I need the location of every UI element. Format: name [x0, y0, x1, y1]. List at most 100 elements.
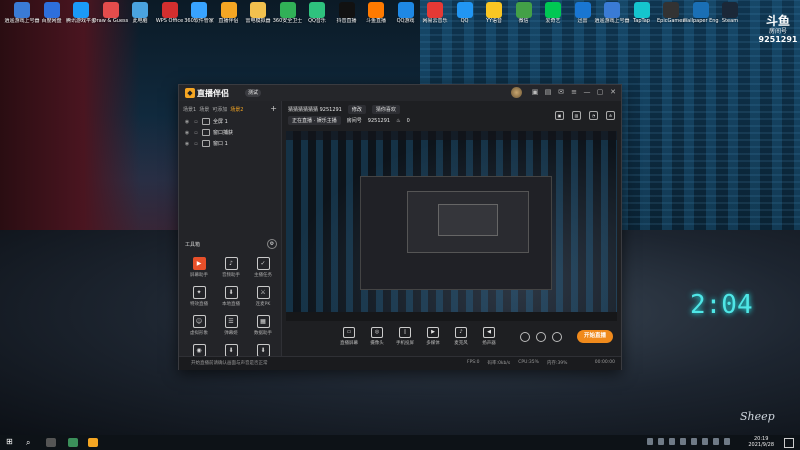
bell-icon[interactable]: ◔ [589, 111, 598, 120]
add-scene-icon[interactable]: + [270, 104, 277, 113]
menu-icon[interactable]: ≡ [570, 88, 578, 96]
scene-tabs: 场景1 场景 可添加 场景2 + [179, 101, 281, 116]
scene-tab[interactable]: 可添加 [212, 106, 227, 113]
room-badge-title: 房间号 [768, 28, 787, 35]
control-button[interactable]: ▯ 手机投屏 [390, 327, 420, 346]
settings-icon[interactable] [552, 332, 562, 342]
desktop-icon-label: Steam [721, 18, 739, 24]
camera-icon[interactable] [520, 332, 530, 342]
message-icon[interactable]: ✉ [557, 88, 565, 96]
app-icon [279, 2, 296, 18]
tool-item[interactable]: ⬇ 本地直播 [215, 286, 247, 307]
app-icon [14, 2, 30, 18]
scene-tab[interactable]: 场景 [199, 106, 209, 113]
app-icon [397, 2, 414, 18]
avatar[interactable] [511, 87, 522, 98]
control-button[interactable]: ◀ 扬声器 [474, 327, 504, 346]
taskbar-date: 2021/9/28 [748, 442, 774, 448]
source-item[interactable]: ◉ ▫ 窗口捕获 [179, 127, 281, 138]
minimize-icon[interactable]: — [583, 88, 591, 96]
tool-label: 数据助手 [254, 331, 272, 336]
control-button[interactable]: ▶ 多媒体 [418, 327, 448, 346]
app-icon [663, 2, 679, 18]
tray-icon[interactable] [724, 438, 730, 445]
stream-preview[interactable] [286, 131, 617, 321]
gift-icon[interactable]: ▣ [555, 111, 564, 120]
desktop-icon[interactable]: Steam [712, 2, 748, 24]
tray-icon[interactable] [647, 438, 653, 445]
tool-item[interactable]: ☰ 弹幕姬 [215, 315, 247, 336]
monitor-icon [202, 129, 210, 136]
control-button[interactable]: ▭ 直播屏幕 [334, 327, 364, 346]
tool-item[interactable]: ▶ 屏幕助手 [183, 257, 215, 278]
tool-label: 主播任务 [254, 273, 272, 278]
douyu-logo: 斗鱼 [765, 14, 790, 28]
taskbar-app-icon[interactable] [68, 438, 78, 447]
taskbar-clock[interactable]: 20:19 2021/9/28 [748, 436, 774, 448]
tags-field[interactable]: 正在直播 · 娱乐主播 [288, 116, 341, 125]
app-icon [486, 2, 502, 18]
maximize-icon[interactable]: ▢ [596, 88, 604, 96]
source-item[interactable]: ◉ ▫ 全屏 1 [179, 116, 281, 127]
control-icon: ▭ [343, 327, 355, 338]
tool-item[interactable]: ⚔ 连麦PK [247, 286, 279, 307]
tray-icon[interactable] [680, 438, 686, 445]
app-icon [633, 2, 650, 18]
eye-icon[interactable] [536, 332, 546, 342]
tool-item[interactable]: ✓ 主播任务 [247, 257, 279, 278]
tool-item[interactable]: ♪ 音频助手 [215, 257, 247, 278]
version-badge[interactable]: 测试 [245, 89, 262, 97]
tool-item[interactable]: ☺ 虚拟形象 [183, 315, 215, 336]
source-item[interactable]: ◉ ▫ 窗口 1 [179, 138, 281, 149]
tool-item[interactable]: ▦ 数据助手 [247, 315, 279, 336]
preview-nested-window-3 [438, 204, 498, 236]
app-icon [250, 2, 266, 18]
control-label: 手机投屏 [396, 341, 414, 346]
tool-label: 本地直播 [222, 302, 240, 307]
taskbar-streaming-app-icon[interactable] [88, 438, 98, 447]
rank-icon[interactable]: ▥ [572, 111, 581, 120]
lock-icon[interactable]: ▫ [193, 119, 199, 125]
app-icon [102, 2, 119, 18]
windows-start-icon[interactable]: ⊞ [6, 438, 14, 446]
tool-item[interactable]: ✦ 特效直播 [183, 286, 215, 307]
shop-icon[interactable]: ▣ [531, 88, 539, 96]
lock-icon[interactable]: ▫ [193, 130, 199, 136]
tray-icon[interactable] [702, 438, 708, 445]
preview-desktop-icons [286, 131, 617, 140]
heat-value: 0 [406, 117, 410, 124]
close-icon[interactable]: ✕ [609, 88, 617, 96]
lock-icon[interactable]: ▫ [193, 141, 199, 147]
tray-icon[interactable] [669, 438, 675, 445]
app-icon [574, 2, 591, 18]
tray-icon[interactable] [658, 438, 664, 445]
heat-icon: ♨ [396, 117, 401, 124]
status-bar: 开始直播前请确认画面与声音是否正常 FPS:0 码率:0kb/s CPU:35%… [179, 356, 621, 370]
start-live-button[interactable]: 开始直播 [577, 330, 613, 343]
task-view-icon[interactable] [46, 438, 56, 447]
preview-nested-window [360, 176, 552, 290]
room-info: 猜猜猜猜猜猜 9251291 修改 猜你喜欢 正在直播 · 娱乐主播 房间号 9… [282, 101, 621, 129]
settings-icon[interactable]: ▤ [544, 88, 552, 96]
category-select[interactable]: 猜你喜欢 [371, 105, 400, 114]
app-icon [191, 2, 207, 18]
scene-tab[interactable]: 场景2 [230, 106, 243, 113]
tray-icon[interactable] [713, 438, 719, 445]
eye-icon[interactable]: ◉ [184, 130, 190, 136]
eye-icon[interactable]: ◉ [184, 141, 190, 147]
tool-label: 特效直播 [190, 302, 208, 307]
control-button[interactable]: ◎ 摄像头 [362, 327, 392, 346]
search-icon[interactable]: ⌕ [26, 438, 36, 447]
notification-icon[interactable] [784, 438, 794, 448]
tool-label: 屏幕助手 [190, 273, 208, 278]
app-icon [338, 2, 355, 18]
tray-icon[interactable] [691, 438, 697, 445]
edit-room-button[interactable]: 修改 [347, 105, 366, 114]
scene-tab[interactable]: 场景1 [183, 106, 196, 113]
tools-settings-icon[interactable]: ⚙ [267, 239, 277, 249]
room-name: 猜猜猜猜猜猜 9251291 [288, 107, 342, 113]
eye-icon[interactable]: ◉ [184, 119, 190, 125]
share-icon[interactable]: ⋔ [606, 111, 615, 120]
control-button[interactable]: ♪ 麦克风 [446, 327, 476, 346]
source-label: 全屏 1 [213, 119, 228, 125]
